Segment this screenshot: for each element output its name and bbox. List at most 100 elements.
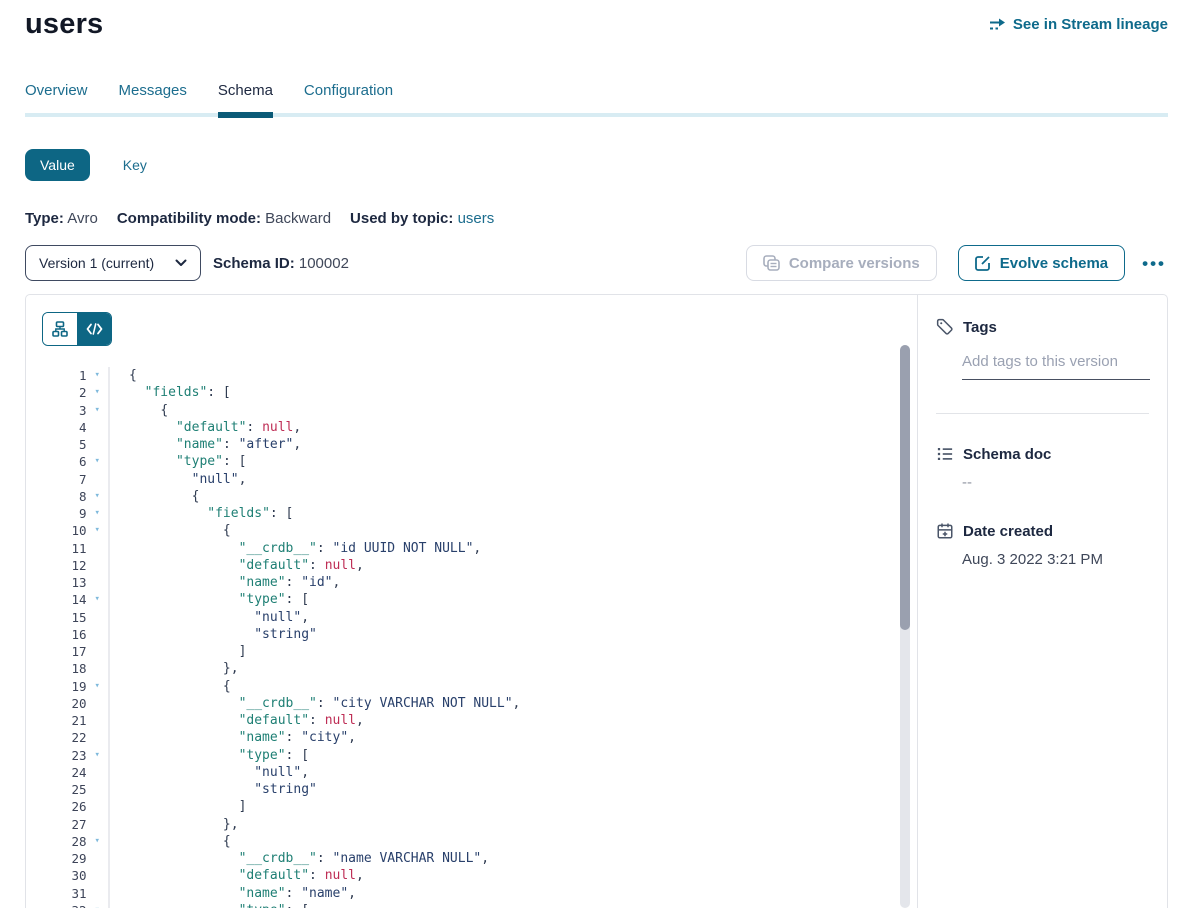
tree-view-button[interactable] [43, 313, 77, 345]
tree-view-icon [52, 321, 68, 337]
code-editor-lines: 1▾{2▾ "fields": [3▾ {4 "default": null,5… [26, 367, 917, 908]
line-number: 8 [26, 488, 87, 505]
code-text: "type": [ [110, 591, 309, 608]
fold-spacer [87, 471, 108, 488]
fold-toggle-icon[interactable]: ▾ [87, 505, 108, 522]
version-select[interactable]: Version 1 (current) [25, 245, 201, 281]
line-number: 20 [26, 695, 87, 712]
date-created-header: Date created [936, 522, 1149, 540]
evolve-schema-button[interactable]: Evolve schema [958, 245, 1125, 281]
code-text: "name": "id", [110, 574, 340, 591]
line-number: 21 [26, 712, 87, 729]
code-line: 32▾ "type": [ [26, 902, 917, 908]
code-text: "fields": [ [110, 505, 293, 522]
fold-toggle-icon[interactable]: ▾ [87, 833, 108, 850]
code-line: 9▾ "fields": [ [26, 505, 917, 522]
code-text: { [110, 833, 231, 850]
fold-toggle-icon[interactable]: ▾ [87, 384, 108, 401]
fold-spacer [87, 885, 108, 902]
key-toggle-link[interactable]: Key [123, 157, 147, 173]
schema-meta-row: Type: Avro Compatibility mode: Backward … [25, 210, 1168, 227]
code-text: { [110, 402, 168, 419]
more-actions-menu[interactable]: ••• [1140, 251, 1168, 276]
code-text: "default": null, [110, 712, 364, 729]
code-line: 27 }, [26, 816, 917, 833]
date-created-value: Aug. 3 2022 3:21 PM [962, 551, 1149, 568]
value-toggle-button[interactable]: Value [25, 149, 90, 181]
code-text: "name": "city", [110, 729, 356, 746]
version-bar: Version 1 (current) Schema ID: 100002 Co… [25, 245, 1168, 281]
tab-messages[interactable]: Messages [119, 76, 187, 113]
code-line: 13 "name": "id", [26, 574, 917, 591]
code-line: 11 "__crdb__": "id UUID NOT NULL", [26, 540, 917, 557]
calendar-plus-icon [936, 522, 954, 540]
code-line: 8▾ { [26, 488, 917, 505]
fold-toggle-icon[interactable]: ▾ [87, 488, 108, 505]
page: users See in Stream lineage Overview Mes… [0, 0, 1189, 908]
code-line: 1▾{ [26, 367, 917, 384]
topic-link[interactable]: users [458, 210, 495, 227]
fold-toggle-icon[interactable]: ▾ [87, 591, 108, 608]
fold-toggle-icon[interactable]: ▾ [87, 453, 108, 470]
tab-bar: Overview Messages Schema Configuration [25, 76, 1168, 117]
line-number: 11 [26, 540, 87, 557]
code-text: "type": [ [110, 453, 246, 470]
code-text: ] [110, 798, 246, 815]
fold-toggle-icon[interactable]: ▾ [87, 678, 108, 695]
fold-spacer [87, 764, 108, 781]
line-number: 1 [26, 367, 87, 384]
code-text: { [110, 678, 231, 695]
line-number: 31 [26, 885, 87, 902]
code-line: 3▾ { [26, 402, 917, 419]
fold-spacer [87, 574, 108, 591]
fold-spacer [87, 436, 108, 453]
line-number: 23 [26, 747, 87, 764]
line-number: 17 [26, 643, 87, 660]
code-line: 7 "null", [26, 471, 917, 488]
code-text: "null", [110, 609, 309, 626]
fold-spacer [87, 712, 108, 729]
stream-lineage-link[interactable]: See in Stream lineage [989, 16, 1168, 33]
code-text: "__crdb__": "name VARCHAR NULL", [110, 850, 489, 867]
fold-toggle-icon[interactable]: ▾ [87, 747, 108, 764]
edit-pencil-icon [975, 255, 991, 271]
code-text: }, [110, 660, 239, 677]
code-line: 2▾ "fields": [ [26, 384, 917, 401]
line-number: 14 [26, 591, 87, 608]
page-title: users [25, 8, 103, 41]
tag-icon [936, 318, 954, 336]
fold-spacer [87, 660, 108, 677]
editor-scrollbar-thumb[interactable] [900, 345, 910, 630]
tab-overview[interactable]: Overview [25, 76, 88, 113]
code-text: "default": null, [110, 867, 364, 884]
schema-doc-value: -- [962, 474, 1149, 491]
schema-id: Schema ID: 100002 [213, 255, 349, 272]
code-text: "string" [110, 626, 317, 643]
code-line: 15 "null", [26, 609, 917, 626]
code-view-button[interactable] [77, 313, 111, 345]
fold-toggle-icon[interactable]: ▾ [87, 402, 108, 419]
fold-toggle-icon[interactable]: ▾ [87, 902, 108, 908]
line-number: 12 [26, 557, 87, 574]
code-text: "fields": [ [110, 384, 231, 401]
code-text: "type": [ [110, 902, 309, 908]
tab-schema[interactable]: Schema [218, 76, 273, 113]
line-number: 32 [26, 902, 87, 908]
code-text: { [110, 488, 199, 505]
add-tags-input[interactable] [962, 353, 1150, 380]
fold-toggle-icon[interactable]: ▾ [87, 367, 108, 384]
fold-toggle-icon[interactable]: ▾ [87, 522, 108, 539]
line-number: 16 [26, 626, 87, 643]
line-number: 15 [26, 609, 87, 626]
compare-versions-button[interactable]: Compare versions [746, 245, 937, 281]
code-line: 18 }, [26, 660, 917, 677]
code-text: "__crdb__": "id UUID NOT NULL", [110, 540, 481, 557]
code-text: "default": null, [110, 557, 364, 574]
tab-configuration[interactable]: Configuration [304, 76, 393, 113]
line-number: 26 [26, 798, 87, 815]
code-line: 25 "string" [26, 781, 917, 798]
editor-scrollbar-track[interactable] [900, 345, 910, 908]
line-number: 6 [26, 453, 87, 470]
code-text: "default": null, [110, 419, 301, 436]
code-text: "string" [110, 781, 317, 798]
